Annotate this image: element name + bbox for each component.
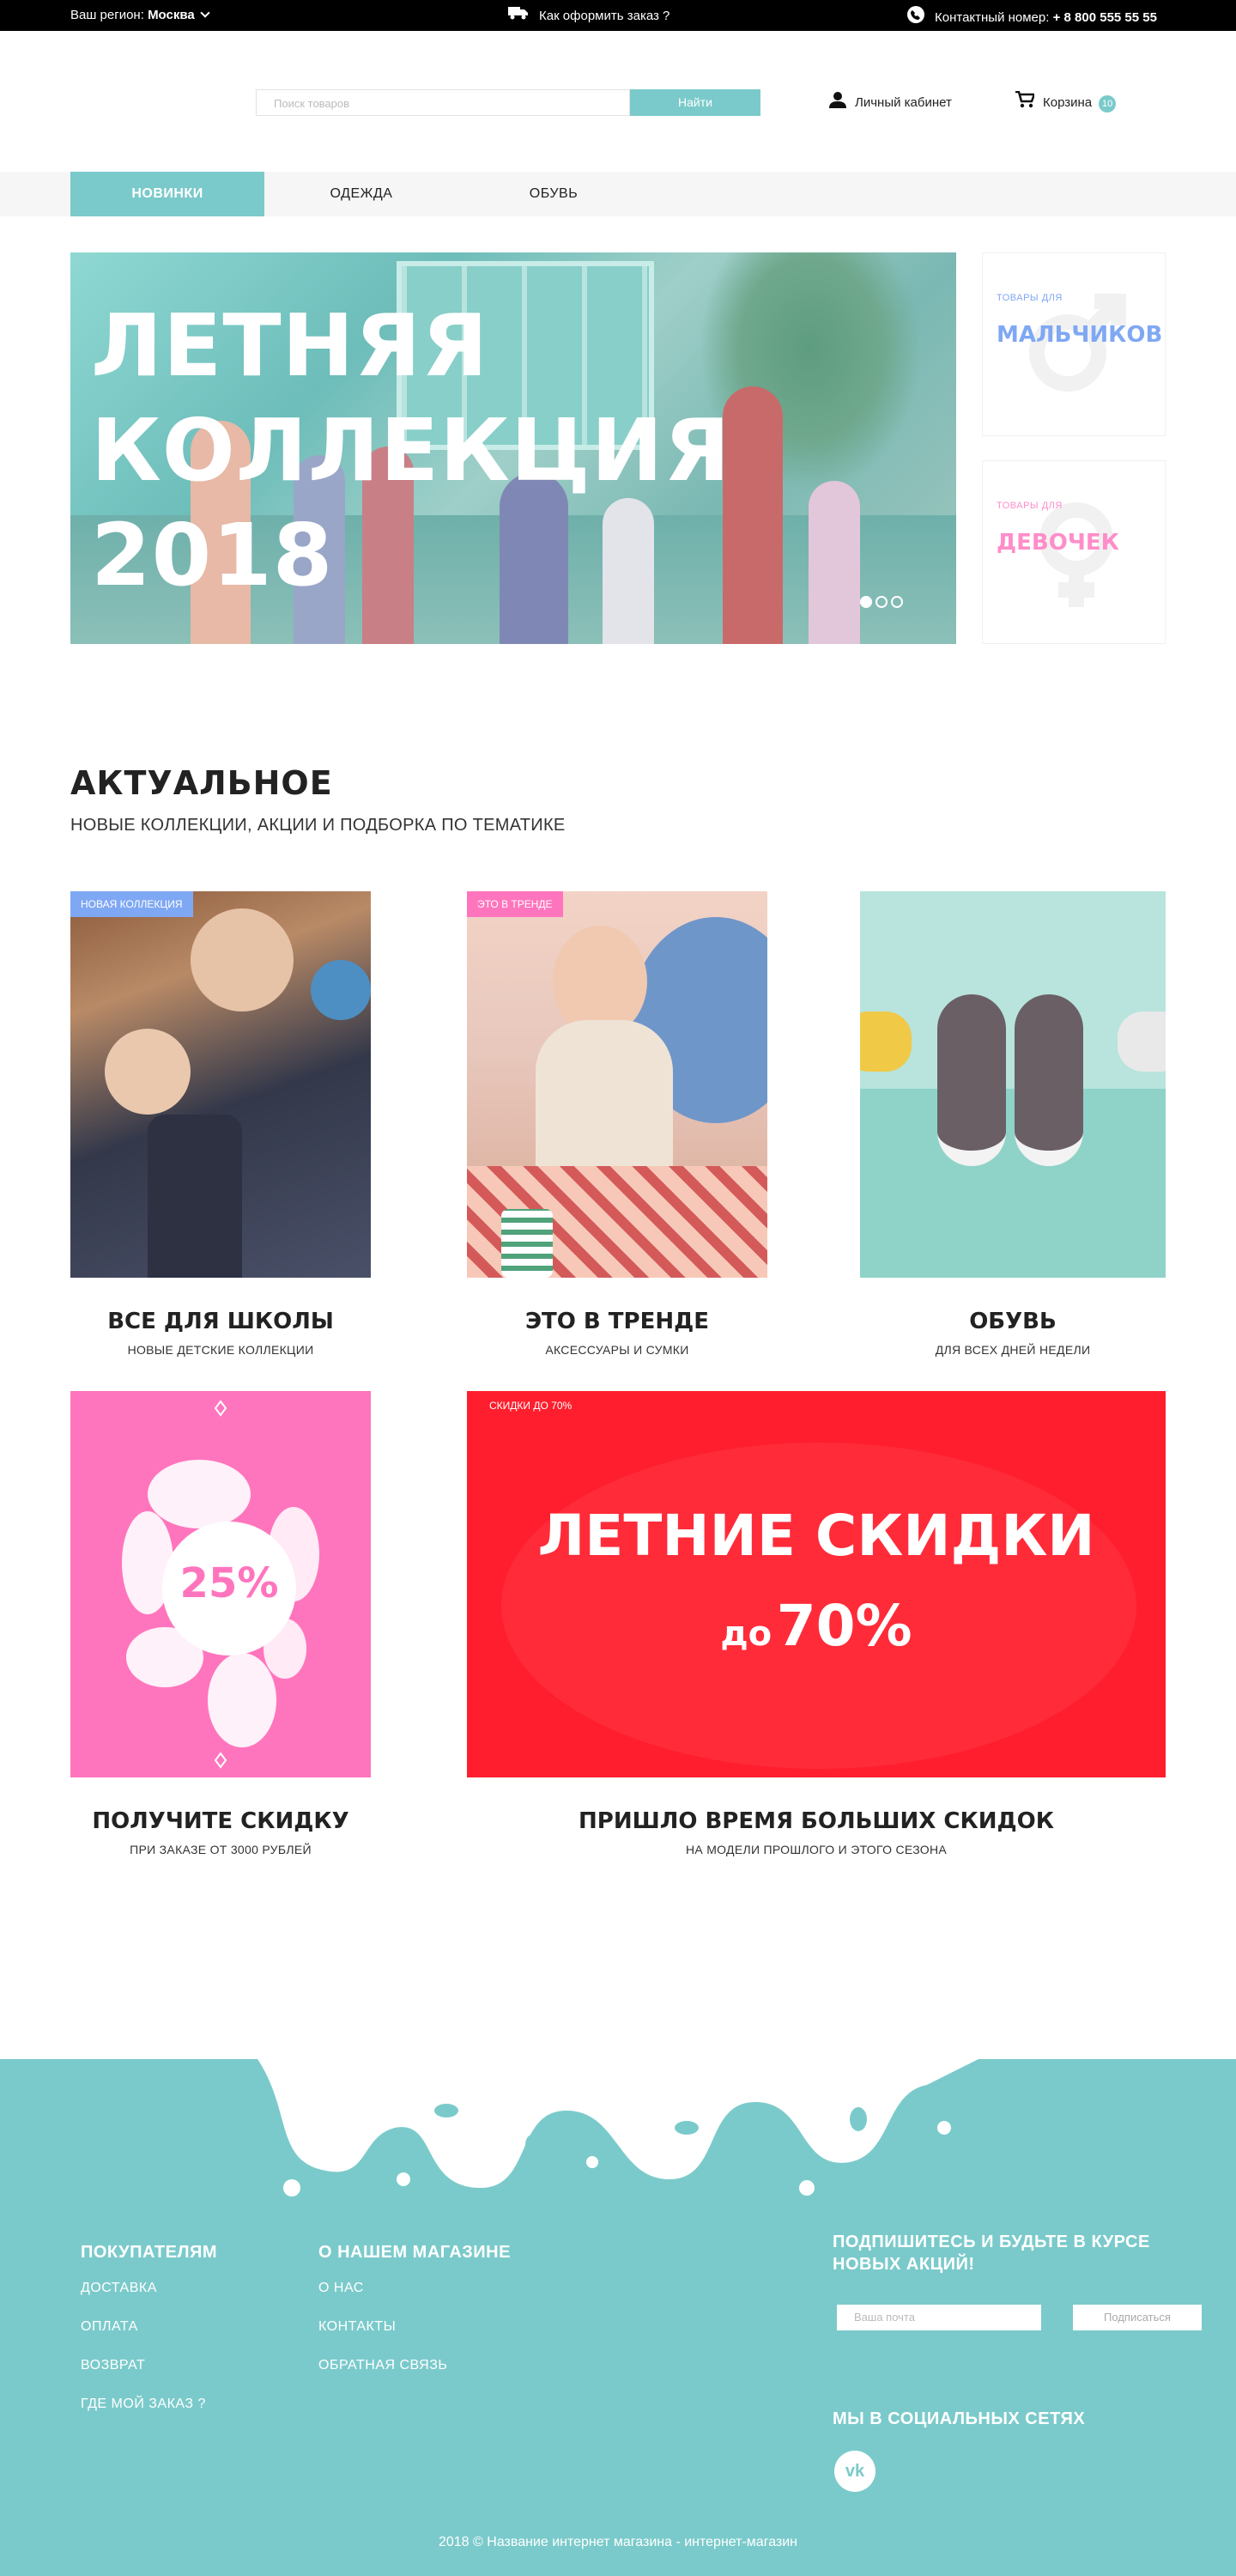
contact-phone[interactable]: + 8 800 555 55 55 <box>1053 10 1157 25</box>
boys-banner-small: ТОВАРЫ ДЛЯ <box>997 293 1063 303</box>
discount-banner[interactable]: 25% <box>70 1391 371 1777</box>
email-placeholder: Ваша почта <box>854 2311 915 2324</box>
promo-title[interactable]: ПОЛУЧИТЕ СКИДКУ <box>70 1808 371 1834</box>
card-school[interactable]: НОВАЯ КОЛЛЕКЦИЯ <box>70 891 371 1278</box>
slider-dot[interactable] <box>860 596 872 608</box>
section-subtitle: НОВЫЕ КОЛЛЕКЦИИ, АКЦИИ И ПОДБОРКА ПО ТЕМ… <box>70 816 566 835</box>
cart-icon <box>1015 90 1036 112</box>
promo-subtitle: ПРИ ЗАКАЗЕ ОТ 3000 РУБЛЕЙ <box>130 1843 312 1856</box>
cart-count-badge: 10 <box>1099 94 1117 112</box>
promo-title[interactable]: ПРИШЛО ВРЕМЯ БОЛЬШИХ СКИДОК <box>467 1808 1166 1834</box>
account-link[interactable]: Личный кабинет <box>829 91 952 113</box>
slider-dots <box>860 596 906 612</box>
footer-link[interactable]: ДОСТАВКА <box>81 2281 157 2296</box>
footer-col-title: О НАШЕМ МАГАЗИНЕ <box>318 2243 511 2262</box>
hero-title-line: ЛЕТНЯЯ <box>91 295 489 396</box>
sale-percent-line: до 70% <box>467 1593 1166 1659</box>
search-input[interactable]: Поиск товаров <box>256 89 630 116</box>
card-subtitle: АКСЕССУАРЫ И СУМКИ <box>545 1343 689 1357</box>
girls-banner[interactable]: ТОВАРЫ ДЛЯ ДЕВОЧЕК <box>982 460 1166 644</box>
discount-percent: 25% <box>179 1559 279 1607</box>
card-subtitle: НОВЫЕ ДЕТСКИЕ КОЛЛЕКЦИИ <box>127 1343 314 1357</box>
sale-headline: ЛЕТНИЕ СКИДКИ <box>537 1503 1095 1569</box>
tab-odezhda[interactable]: ОДЕЖДА <box>264 172 458 216</box>
cart-link[interactable]: Корзина 10 <box>1015 90 1117 113</box>
footer-link[interactable]: ГДЕ МОЙ ЗАКАЗ ? <box>81 2397 206 2412</box>
section-title: АКТУАЛЬНОЕ <box>70 764 333 802</box>
slider-dot[interactable] <box>876 596 888 608</box>
hero-slider[interactable]: ЛЕТНЯЯ КОЛЛЕКЦИЯ 2018 <box>70 252 956 644</box>
splash-decoration <box>258 2059 978 2196</box>
account-label[interactable]: Личный кабинет <box>855 95 952 110</box>
search-placeholder: Поиск товаров <box>274 97 350 110</box>
contact-label: Контактный номер: <box>935 9 1050 25</box>
card-trend[interactable]: ЭТО В ТРЕНДЕ <box>467 891 767 1278</box>
region-selector[interactable]: Ваш регион: Москва <box>70 8 210 22</box>
user-icon <box>829 91 846 112</box>
slider-dot[interactable] <box>891 596 903 608</box>
hero-title: ЛЕТНЯЯ КОЛЛЕКЦИЯ 2018 <box>91 294 730 608</box>
order-help-link[interactable]: Как оформить заказ ? <box>508 6 670 25</box>
top-bar: Ваш регион: Москва Как оформить заказ ? … <box>0 0 1236 31</box>
region-value[interactable]: Москва <box>148 8 195 22</box>
vk-icon[interactable]: vk <box>834 2451 876 2492</box>
order-help-text[interactable]: Как оформить заказ ? <box>539 9 670 23</box>
truck-icon <box>508 6 529 23</box>
sale-percent: 70% <box>776 1593 912 1659</box>
card-tag: ЭТО В ТРЕНДЕ <box>467 891 563 917</box>
female-symbol-icon <box>1039 502 1113 607</box>
subscribe-title: ПОДПИШИТЕСЬ И БУДЬТЕ В КУРСЕ НОВЫХ АКЦИЙ… <box>833 2233 1150 2274</box>
search-button[interactable]: Найти <box>630 89 760 116</box>
hero-title-line: КОЛЛЕКЦИЯ <box>91 400 731 501</box>
card-title[interactable]: ЭТО В ТРЕНДЕ <box>467 1309 767 1334</box>
card-title[interactable]: ВСЕ ДЛЯ ШКОЛЫ <box>70 1309 371 1334</box>
sale-prefix: до <box>720 1614 772 1654</box>
card-title[interactable]: ОБУВЬ <box>860 1309 1166 1334</box>
header: Поиск товаров Найти Личный кабинет Корзи… <box>0 31 1236 172</box>
girls-banner-small: ТОВАРЫ ДЛЯ <box>997 501 1063 511</box>
footer-link[interactable]: КОНТАКТЫ <box>318 2319 396 2335</box>
social-title: МЫ В СОЦИАЛЬНЫХ СЕТЯХ <box>833 2409 1086 2428</box>
card-subtitle: ДЛЯ ВСЕХ ДНЕЙ НЕДЕЛИ <box>935 1343 1091 1357</box>
hero-title-line: 2018 <box>91 505 334 605</box>
tab-obuv[interactable]: ОБУВЬ <box>457 172 651 216</box>
phone-icon <box>907 6 924 27</box>
card-tag: НОВАЯ КОЛЛЕКЦИЯ <box>70 891 193 917</box>
promo-subtitle: НА МОДЕЛИ ПРОШЛОГО И ЭТОГО СЕЗОНА <box>685 1843 948 1856</box>
girls-banner-title: ДЕВОЧЕК <box>997 530 1119 556</box>
contact-info: Контактный номер: + 8 800 555 55 55 <box>907 6 1157 28</box>
tab-novinki[interactable]: НОВИНКИ <box>70 172 264 216</box>
email-field[interactable]: Ваша почта <box>837 2305 1041 2330</box>
footer-link[interactable]: ОПЛАТА <box>81 2319 138 2335</box>
boys-banner-title: МАЛЬЧИКОВ <box>997 322 1163 348</box>
chevron-down-icon[interactable] <box>200 8 210 18</box>
boys-banner[interactable]: ТОВАРЫ ДЛЯ МАЛЬЧИКОВ <box>982 252 1166 436</box>
sale-banner[interactable]: СКИДКИ ДО 70% ЛЕТНИЕ СКИДКИ до 70% <box>467 1391 1166 1777</box>
footer-col-title: ПОКУПАТЕЛЯМ <box>81 2243 218 2262</box>
main-nav: НОВИНКИ ОДЕЖДА ОБУВЬ <box>0 172 1236 216</box>
footer: ПОКУПАТЕЛЯМ ДОСТАВКА ОПЛАТА ВОЗВРАТ ГДЕ … <box>0 2059 1236 2576</box>
footer-link[interactable]: О НАС <box>318 2281 364 2296</box>
copyright: 2018 © Название интернет магазина - инте… <box>438 2535 798 2549</box>
footer-link[interactable]: ОБРАТНАЯ СВЯЗЬ <box>318 2358 447 2373</box>
cart-label[interactable]: Корзина <box>1043 95 1092 110</box>
region-label: Ваш регион: <box>70 8 144 22</box>
card-shoes[interactable] <box>860 891 1166 1278</box>
sale-small-label: СКИДКИ ДО 70% <box>489 1400 573 1412</box>
subscribe-button[interactable]: Подписаться <box>1073 2305 1202 2330</box>
footer-link[interactable]: ВОЗВРАТ <box>81 2358 145 2373</box>
